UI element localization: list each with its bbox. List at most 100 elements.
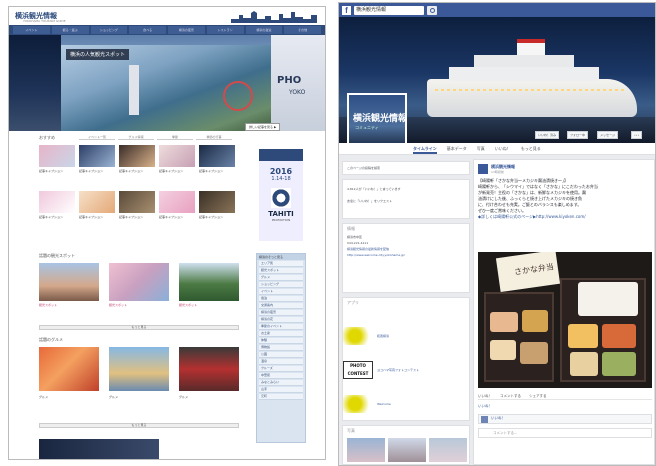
thumbnail[interactable] [39, 191, 75, 213]
spot-caption[interactable]: 観光スポット [39, 303, 101, 307]
like-button[interactable]: いいね！ [478, 392, 492, 399]
cruise-ship-deck [449, 67, 599, 81]
thumbnail[interactable] [199, 145, 235, 167]
sidebar-item[interactable]: 横浜の夜景 [259, 310, 303, 316]
nav-item[interactable]: その他 [284, 26, 321, 34]
likes-summary[interactable]: いいね！ [478, 404, 492, 409]
nav-item[interactable]: イベント [13, 26, 50, 34]
message-button[interactable]: メッセージ [597, 131, 618, 139]
sidebar-item[interactable]: エリア別 [259, 261, 303, 267]
city-skyline-icon [231, 11, 317, 23]
hero-banner[interactable]: 横浜の人気観光スポット PHO YOKO 詳しい記事を見る ▶ [9, 35, 325, 131]
more-gourmet-button[interactable]: もっと見る [39, 423, 239, 428]
invite-friends-link[interactable]: 友達に「いいね！」をリクエスト [343, 198, 469, 204]
gourmet-photo[interactable] [39, 347, 99, 391]
thumbnail[interactable] [159, 145, 195, 167]
thumbnail[interactable] [119, 191, 155, 213]
sidebar-item[interactable]: 体験 [259, 338, 303, 344]
sidebar-item[interactable]: 温泉 [259, 359, 303, 365]
spot-photo[interactable] [109, 263, 169, 301]
thumbnail[interactable] [159, 191, 195, 213]
footer-banner[interactable] [39, 439, 159, 459]
page-post-search[interactable]: このページの投稿を検索 [342, 161, 470, 175]
sidebar-item[interactable]: 季節のイベント [259, 324, 303, 330]
sidebar-item[interactable]: ショッピング [259, 282, 303, 288]
post-link-line[interactable]: ◆詳しくは崎陽軒公式のページ▶http://www.kiyoken.com/ [478, 214, 654, 220]
info-website-link[interactable]: http://www.welcome.city.yokohama.jp/ [343, 252, 469, 258]
more-options-button[interactable]: ••• [631, 131, 643, 139]
sidebar-item[interactable]: クルーズ [259, 366, 303, 372]
sidebar-item[interactable]: 横浜の花 [259, 317, 303, 323]
post-search-input[interactable]: このページの投稿を検索 [343, 162, 469, 174]
sidebar-item[interactable]: 宿泊 [259, 296, 303, 302]
nav-item[interactable]: 食べる [129, 26, 166, 34]
gourmet-caption[interactable]: グルメ [109, 395, 171, 399]
nav-item[interactable]: ショッピング [90, 26, 128, 34]
search-icon[interactable] [427, 5, 437, 15]
nav-item[interactable]: 観る・遊ぶ [51, 26, 89, 34]
sidebar-item[interactable]: 元町 [259, 394, 303, 400]
tab[interactable]: グルメ情報 [118, 135, 154, 140]
app-label: 和風横浜 [377, 334, 390, 338]
post-timestamp[interactable]: 13時間前 [491, 170, 504, 174]
ad-banner[interactable]: 2016 1.14-18 TAHITI PROMOTION [259, 149, 303, 241]
cruise-ship-funnel [517, 39, 545, 55]
sidebar-item[interactable]: 山手 [259, 387, 303, 393]
app-item[interactable]: PHOTO CONTEST ヨコハマ写真フォトコンテスト [343, 359, 463, 381]
thumbnail[interactable] [39, 145, 75, 167]
nav-item[interactable]: レストラン [206, 26, 244, 34]
commenter-name[interactable]: いいね！ [491, 416, 505, 421]
spot-photo[interactable] [39, 263, 99, 301]
site-nav: イベント 観る・遊ぶ ショッピング 食べる 横浜の夜景 レストラン 横浜の宿泊 … [9, 25, 325, 35]
tab[interactable]: 季節 [157, 135, 193, 140]
spot-caption[interactable]: 観光スポット [109, 303, 171, 307]
thumbnail[interactable] [79, 145, 115, 167]
gourmet-photo[interactable] [109, 347, 169, 391]
sidebar-item[interactable]: お土産 [259, 331, 303, 337]
gourmet-caption[interactable]: グルメ [179, 395, 241, 399]
cruise-ship-hull [427, 79, 637, 117]
tab-more[interactable]: もっと見る [521, 143, 541, 154]
sidebar-item[interactable]: 博物館 [259, 345, 303, 351]
spot-photo[interactable] [179, 263, 239, 301]
gourmet-caption[interactable]: グルメ [39, 395, 101, 399]
hero-more-button[interactable]: 詳しい記事を見る ▶ [245, 123, 281, 131]
sidebar-item[interactable]: 中華街 [259, 373, 303, 379]
facebook-logo-icon[interactable]: f [342, 5, 351, 15]
thumbnail[interactable] [79, 191, 115, 213]
tab-photos[interactable]: 写真 [477, 143, 485, 154]
follow-button[interactable]: フォロー中 [567, 131, 589, 139]
nav-item[interactable]: 横浜の宿泊 [245, 26, 283, 34]
photo-thumbnail[interactable] [388, 438, 426, 462]
photo-thumbnail[interactable] [429, 438, 467, 462]
post-photo-bento[interactable]: さかな弁当 [478, 252, 652, 388]
ad-brand: TAHITI [268, 210, 294, 218]
tab-likes[interactable]: いいね！ [495, 143, 511, 154]
photo-thumbnail[interactable] [347, 438, 385, 462]
tab-about[interactable]: 基本データ [447, 143, 467, 154]
spot-caption[interactable]: 観光スポット [179, 303, 241, 307]
app-item[interactable]: Welcome [343, 393, 463, 415]
tab[interactable]: 季節の行事 [196, 135, 232, 140]
liked-button[interactable]: いいね！済み [535, 131, 560, 139]
sidebar-item[interactable]: イベント [259, 289, 303, 295]
post-avatar[interactable] [478, 164, 488, 174]
comment-input[interactable]: コメントする... [478, 428, 652, 438]
app-item[interactable]: 和風横浜 [343, 325, 463, 347]
sidebar-item[interactable]: 交通案内 [259, 303, 303, 309]
tab[interactable]: イベント一覧 [79, 135, 115, 140]
thumbnail[interactable] [119, 145, 155, 167]
sidebar-item[interactable]: グルメ [259, 275, 303, 281]
sidebar-item[interactable]: 観光スポット [259, 268, 303, 274]
sidebar-item[interactable]: みなとみらい [259, 380, 303, 386]
share-button[interactable]: シェアする [529, 392, 547, 399]
commenter-avatar[interactable] [481, 416, 488, 423]
gourmet-photo[interactable] [179, 347, 239, 391]
tab-timeline[interactable]: タイムライン [413, 143, 437, 154]
comment-button[interactable]: コメントする [500, 392, 521, 399]
facebook-search-input[interactable]: 横浜観光情報 [354, 5, 424, 15]
more-spots-button[interactable]: もっと見る [39, 325, 239, 330]
nav-item[interactable]: 横浜の夜景 [168, 26, 205, 34]
sidebar-item[interactable]: 公園 [259, 352, 303, 358]
thumbnail[interactable] [199, 191, 235, 213]
